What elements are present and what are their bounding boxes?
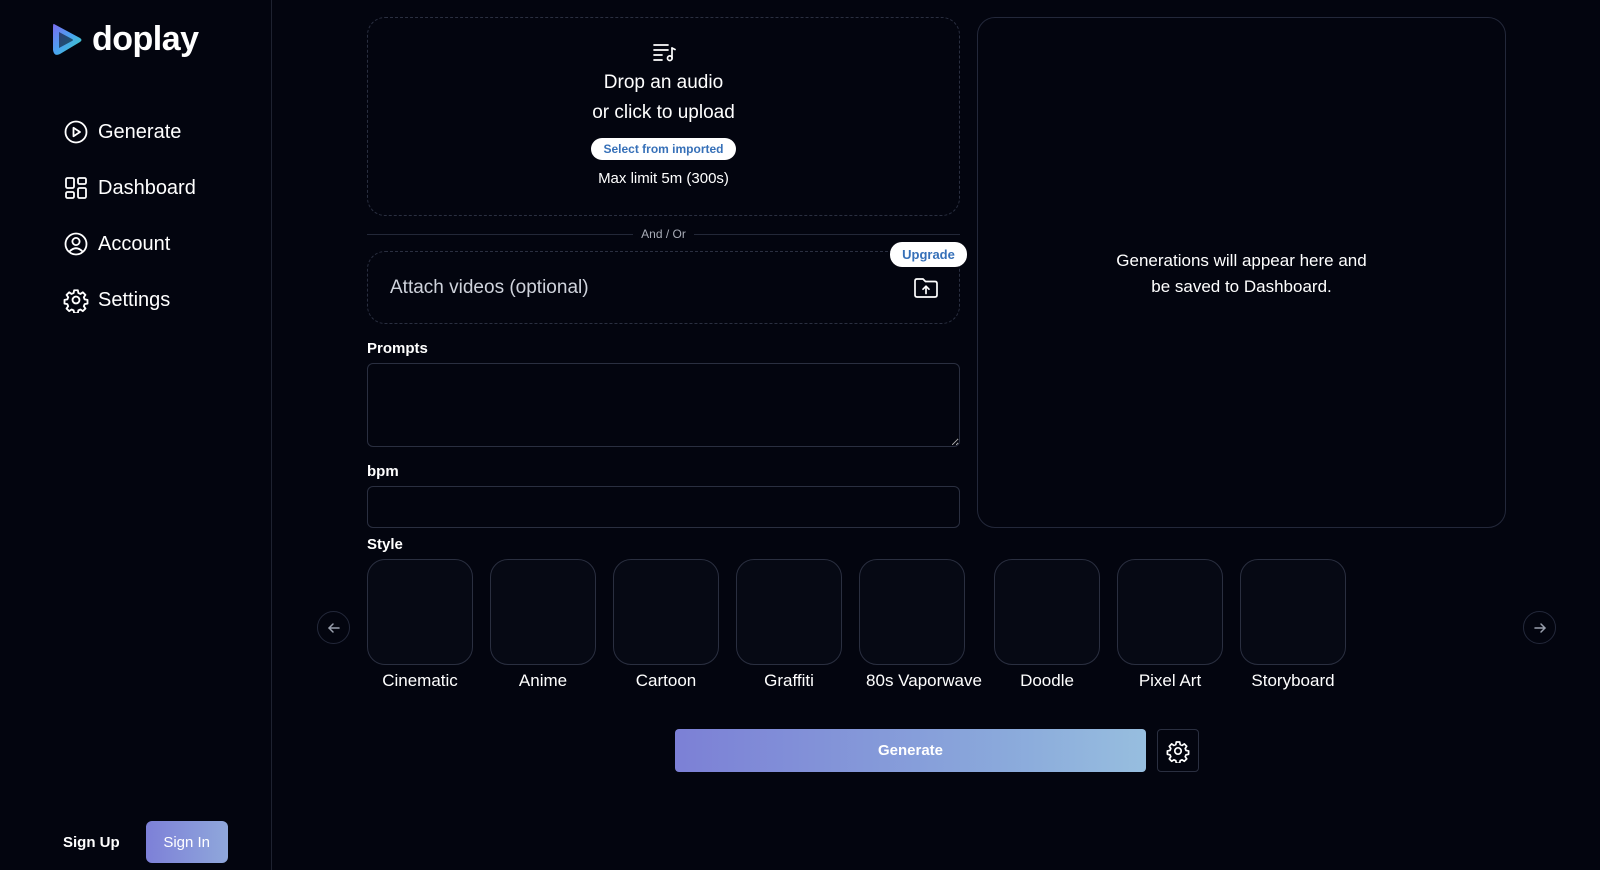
style-thumbnail bbox=[994, 559, 1100, 665]
style-option-doodle[interactable]: Doodle bbox=[994, 559, 1100, 690]
divider-line bbox=[367, 233, 634, 235]
divider-text: And / Or bbox=[641, 227, 686, 241]
sidebar-item-settings[interactable]: Settings bbox=[63, 272, 196, 328]
divider-line bbox=[693, 233, 960, 235]
play-circle-icon bbox=[64, 120, 88, 144]
sidebar-item-label: Account bbox=[98, 232, 171, 255]
gear-icon bbox=[1166, 740, 1190, 763]
style-thumbnail bbox=[367, 559, 473, 665]
upgrade-badge[interactable]: Upgrade bbox=[890, 242, 967, 267]
style-name: Storyboard bbox=[1251, 671, 1335, 690]
generations-placeholder-line2: be saved to Dashboard. bbox=[1151, 277, 1332, 296]
generation-settings-button[interactable] bbox=[1157, 729, 1199, 772]
style-thumbnail bbox=[1117, 559, 1223, 665]
style-thumbnail bbox=[613, 559, 719, 665]
sign-in-button[interactable]: Sign In bbox=[145, 821, 228, 863]
dashboard-grid-icon bbox=[65, 177, 87, 199]
upload-title-line2: or click to upload bbox=[592, 102, 735, 123]
bpm-label: bpm bbox=[367, 463, 399, 480]
select-from-imported-button[interactable]: Select from imported bbox=[591, 138, 736, 160]
style-thumbnail bbox=[736, 559, 842, 665]
user-circle-icon bbox=[64, 232, 88, 256]
carousel-prev-button[interactable] bbox=[317, 611, 350, 644]
playlist-music-icon bbox=[652, 44, 676, 62]
sidebar-item-account[interactable]: Account bbox=[63, 216, 196, 272]
style-option-cartoon[interactable]: Cartoon bbox=[613, 559, 719, 690]
auth-actions: Sign Up Sign In bbox=[63, 821, 228, 863]
gear-icon bbox=[63, 289, 89, 313]
generations-placeholder: Generations will appear here and be save… bbox=[978, 248, 1505, 300]
sidebar: doplay Generate Dashboard Account Settin… bbox=[0, 0, 272, 870]
upload-title-line1: Drop an audio bbox=[603, 72, 724, 93]
prompts-textarea[interactable] bbox=[367, 363, 960, 447]
style-thumbnail bbox=[1240, 559, 1346, 665]
carousel-next-button[interactable] bbox=[1523, 611, 1556, 644]
and-or-divider: And / Or bbox=[367, 226, 960, 242]
sign-up-link[interactable]: Sign Up bbox=[63, 834, 120, 851]
sidebar-item-label: Generate bbox=[98, 120, 182, 143]
upload-title: Drop an audio or click to upload bbox=[592, 68, 735, 128]
style-option-storyboard[interactable]: Storyboard bbox=[1240, 559, 1346, 690]
generations-placeholder-line1: Generations will appear here and bbox=[1116, 251, 1367, 270]
sidebar-item-label: Dashboard bbox=[98, 176, 196, 199]
sidebar-nav: Generate Dashboard Account Settings bbox=[63, 104, 196, 328]
style-name: Graffiti bbox=[764, 671, 814, 690]
attach-videos-label: Attach videos (optional) bbox=[390, 276, 589, 298]
generations-output-panel: Generations will appear here and be save… bbox=[977, 17, 1506, 528]
prompts-label: Prompts bbox=[367, 340, 428, 357]
style-option-graffiti[interactable]: Graffiti bbox=[736, 559, 842, 690]
style-thumbnail bbox=[490, 559, 596, 665]
sidebar-item-dashboard[interactable]: Dashboard bbox=[63, 160, 196, 216]
style-option-anime[interactable]: Anime bbox=[490, 559, 596, 690]
attach-videos-dropzone[interactable]: Attach videos (optional) bbox=[367, 251, 960, 324]
brand-name: doplay bbox=[92, 20, 199, 58]
style-option-80s-vaporwave[interactable]: 80s Vaporwave bbox=[859, 559, 982, 690]
sidebar-item-generate[interactable]: Generate bbox=[63, 104, 196, 160]
style-thumbnail bbox=[859, 559, 965, 665]
generate-button[interactable]: Generate bbox=[675, 729, 1146, 772]
audio-upload-dropzone[interactable]: Drop an audio or click to upload Select … bbox=[367, 17, 960, 216]
style-option-cinematic[interactable]: Cinematic bbox=[367, 559, 473, 690]
style-label: Style bbox=[367, 536, 403, 553]
max-limit-text: Max limit 5m (300s) bbox=[598, 170, 729, 187]
style-option-pixel-art[interactable]: Pixel Art bbox=[1117, 559, 1223, 690]
bpm-input[interactable] bbox=[367, 486, 960, 528]
doplay-logo-icon bbox=[53, 23, 82, 55]
sidebar-item-label: Settings bbox=[98, 288, 171, 311]
arrow-right-icon bbox=[1533, 622, 1546, 633]
arrow-left-icon bbox=[327, 622, 340, 633]
brand-logo[interactable]: doplay bbox=[50, 20, 199, 59]
folder-upload-icon bbox=[914, 277, 938, 298]
